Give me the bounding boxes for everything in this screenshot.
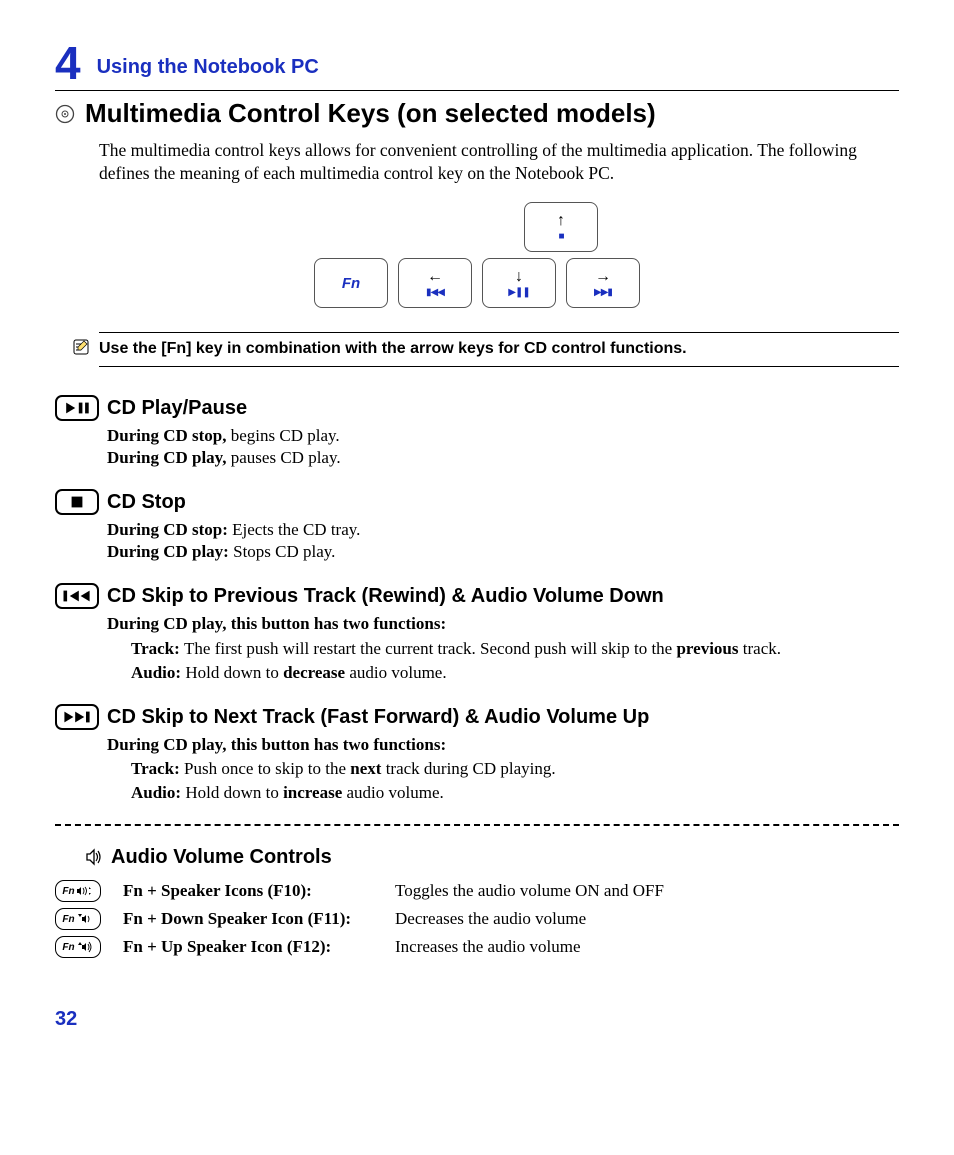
arrow-left-icon: ←: [427, 269, 443, 285]
volume-desc: Decreases the audio volume: [395, 908, 586, 930]
disc-icon: [55, 104, 75, 124]
section-track: Track: The first push will restart the c…: [131, 638, 899, 660]
section-sub: During CD play, this button has two func…: [107, 734, 899, 756]
key-diagram: Fn ↑ ■ ← ▮◀◀ ↓ ▶❚❚ → ▶▶▮: [55, 202, 899, 308]
play-pause-icon: ▶❚❚: [508, 288, 529, 298]
stop-icon: ■: [558, 232, 563, 242]
section-audio: Audio: Hold down to decrease audio volum…: [131, 662, 899, 684]
section-heading: CD Stop: [107, 489, 186, 515]
prev-button-icon: [55, 583, 99, 609]
chapter-title: Using the Notebook PC: [97, 54, 319, 86]
next-button-icon: [55, 704, 99, 730]
left-arrow-key: ← ▮◀◀: [398, 258, 472, 308]
arrow-down-icon: ↓: [515, 269, 523, 285]
volume-row: Fn Fn + Speaker Icons (F10): Toggles the…: [55, 880, 899, 902]
speaker-icon: [85, 848, 103, 866]
main-heading-row: Multimedia Control Keys (on selected mod…: [55, 90, 899, 131]
fn-key: Fn: [314, 258, 388, 308]
volume-row: Fn Fn + Up Speaker Icon (F12): Increases…: [55, 936, 899, 958]
right-arrow-key: → ▶▶▮: [566, 258, 640, 308]
skip-prev-icon: ▮◀◀: [426, 288, 444, 298]
arrow-right-icon: →: [595, 269, 611, 285]
volume-desc: Toggles the audio volume ON and OFF: [395, 880, 664, 902]
note-text: Use the [Fn] key in combination with the…: [99, 340, 687, 357]
skip-next-icon: ▶▶▮: [594, 288, 612, 298]
fn-f12-icon: Fn: [55, 936, 101, 958]
note-icon: [73, 339, 89, 355]
audio-heading: Audio Volume Controls: [111, 844, 332, 870]
section-heading: CD Skip to Next Track (Fast Forward) & A…: [107, 704, 649, 730]
stop-button-icon: [55, 489, 99, 515]
section-audio: Audio: Hold down to increase audio volum…: [131, 782, 899, 804]
audio-heading-row: Audio Volume Controls: [85, 844, 899, 870]
volume-table: Fn Fn + Speaker Icons (F10): Toggles the…: [55, 880, 899, 958]
volume-row: Fn Fn + Down Speaker Icon (F11): Decreas…: [55, 908, 899, 930]
section-play-pause: CD Play/Pause During CD stop, begins CD …: [55, 395, 899, 469]
volume-desc: Increases the audio volume: [395, 936, 581, 958]
section-body: During CD stop: Ejects the CD tray. Duri…: [107, 519, 899, 563]
section-heading: CD Skip to Previous Track (Rewind) & Aud…: [107, 583, 664, 609]
section-track: Track: Push once to skip to the next tra…: [131, 758, 899, 780]
note-block: Use the [Fn] key in combination with the…: [99, 332, 899, 367]
arrow-up-icon: ↑: [557, 213, 565, 229]
page-title: Multimedia Control Keys (on selected mod…: [85, 97, 656, 131]
section-heading: CD Play/Pause: [107, 395, 247, 421]
up-arrow-key: ↑ ■: [524, 202, 598, 252]
section-body: During CD stop, begins CD play. During C…: [107, 425, 899, 469]
intro-paragraph: The multimedia control keys allows for c…: [99, 139, 899, 185]
section-stop: CD Stop During CD stop: Ejects the CD tr…: [55, 489, 899, 563]
volume-label: Fn + Speaker Icons (F10):: [123, 880, 373, 902]
section-sub: During CD play, this button has two func…: [107, 613, 899, 635]
volume-label: Fn + Down Speaker Icon (F11):: [123, 908, 373, 930]
dashed-divider: [55, 824, 899, 826]
volume-label: Fn + Up Speaker Icon (F12):: [123, 936, 373, 958]
chapter-number: 4: [55, 40, 81, 86]
fn-f11-icon: Fn: [55, 908, 101, 930]
section-next: CD Skip to Next Track (Fast Forward) & A…: [55, 704, 899, 804]
fn-key-label: Fn: [342, 274, 360, 294]
page-number: 32: [55, 1006, 899, 1032]
down-arrow-key: ↓ ▶❚❚: [482, 258, 556, 308]
play-pause-button-icon: [55, 395, 99, 421]
chapter-header: 4 Using the Notebook PC: [55, 40, 899, 86]
section-prev: CD Skip to Previous Track (Rewind) & Aud…: [55, 583, 899, 683]
fn-f10-icon: Fn: [55, 880, 101, 902]
